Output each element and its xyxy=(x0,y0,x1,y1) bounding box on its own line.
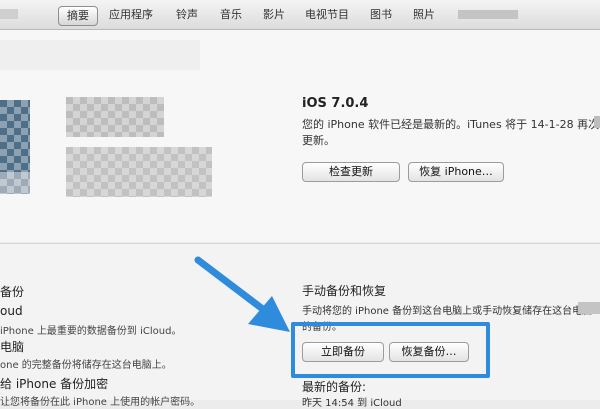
ios-version-title: iOS 7.0.4 xyxy=(302,96,369,111)
blurred-tab-right xyxy=(458,10,518,19)
device-info-blurred xyxy=(66,97,164,137)
icloud-option-label[interactable]: oud xyxy=(0,304,23,318)
tab-summary[interactable]: 摘要 xyxy=(58,6,98,26)
latest-backup-heading: 最新的备份: xyxy=(302,380,367,394)
manual-backup-heading: 手动备份和恢复 xyxy=(302,284,387,298)
computer-option-desc: one 的完整备份将储存在这台电脑上。 xyxy=(0,360,172,371)
software-status-text: 您的 iPhone 软件已经是最新的。iTunes 将于 14-1-28 再次自… xyxy=(302,118,600,131)
device-image-blurred-2 xyxy=(0,172,30,194)
annotation-highlight-box xyxy=(291,322,490,378)
latest-backup-value: 昨天 14:54 到 iCloud xyxy=(302,398,402,409)
tab-bar: 摘要 应用程序 铃声 音乐 影片 电视节目 图书 照片 xyxy=(0,0,600,30)
device-image-blurred xyxy=(0,100,30,172)
tab-movies[interactable]: 影片 xyxy=(263,7,285,23)
tab-apps[interactable]: 应用程序 xyxy=(109,7,153,23)
blurred-header-strip xyxy=(0,40,200,70)
blurred-right-edge-2 xyxy=(578,302,600,314)
manual-backup-desc: 手动将您的 iPhone 备份到这台电脑上或手动恢复储存在这台电脑 xyxy=(302,306,593,317)
blurred-tab-left xyxy=(0,9,18,19)
backup-heading: 备份 xyxy=(0,285,25,299)
tab-tv-shows[interactable]: 电视节目 xyxy=(305,7,349,23)
tab-books[interactable]: 图书 xyxy=(370,7,392,23)
encrypt-backup-checkbox-label[interactable]: 给 iPhone 备份加密 xyxy=(0,375,108,392)
tab-music[interactable]: 音乐 xyxy=(220,7,242,23)
annotation-arrow-icon xyxy=(194,256,290,332)
encrypt-backup-desc: 让您将备份在此 iPhone 上使用的帐户密码。 xyxy=(0,397,201,408)
check-update-button[interactable]: 检查更新 xyxy=(302,162,400,182)
device-info-blurred-2 xyxy=(66,147,212,197)
tab-ringtones[interactable]: 铃声 xyxy=(176,7,198,23)
tab-photos[interactable]: 照片 xyxy=(413,7,435,23)
software-status-text-cont: 更新。 xyxy=(302,134,335,147)
restore-iphone-button[interactable]: 恢复 iPhone… xyxy=(408,162,504,182)
blurred-right-edge xyxy=(594,116,600,128)
icloud-option-desc: iPhone 上最重要的数据备份到 iCloud。 xyxy=(0,326,182,337)
computer-option-label[interactable]: 电脑 xyxy=(0,338,24,355)
